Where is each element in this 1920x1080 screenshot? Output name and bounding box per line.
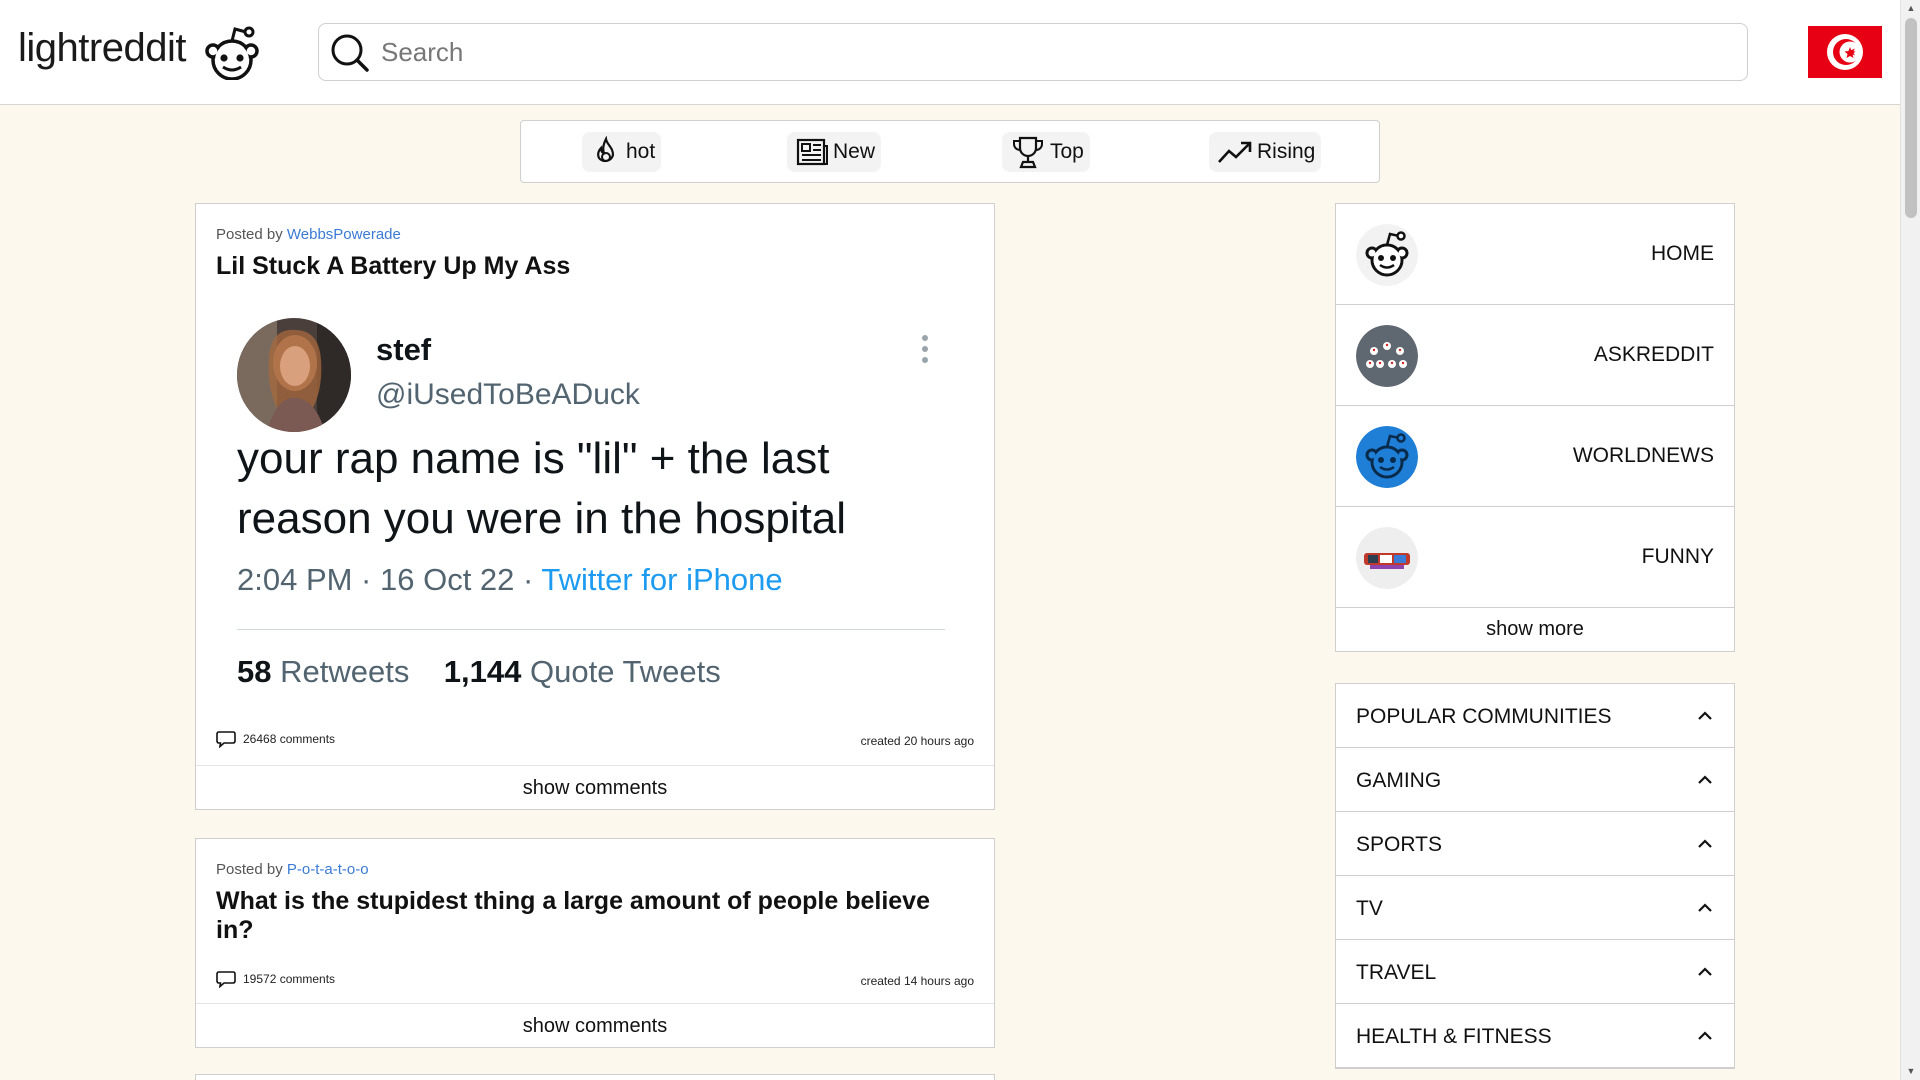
nav-label: HOME — [1651, 242, 1714, 265]
community-section-tv[interactable]: TV — [1336, 876, 1734, 940]
scroll-up-arrow-icon[interactable]: ▲ — [1906, 3, 1916, 13]
community-section-label: TV — [1356, 897, 1383, 920]
chevron-up-icon — [1698, 711, 1712, 720]
community-section-travel[interactable]: TRAVEL — [1336, 940, 1734, 1004]
chevron-up-icon — [1698, 775, 1712, 784]
posted-by-label: Posted by — [216, 861, 283, 878]
flame-icon — [597, 136, 615, 163]
posted-by-label: Posted by — [216, 226, 283, 243]
search-input[interactable] — [381, 32, 1721, 72]
comment-bubble-icon — [216, 971, 236, 988]
community-section-label: GAMING — [1356, 769, 1442, 792]
nav-item-askreddit[interactable]: ASKREDDIT — [1336, 305, 1734, 406]
comment-bubble-icon — [216, 731, 236, 748]
chevron-up-icon — [1698, 1031, 1712, 1040]
tweet-author-name: stef — [376, 332, 432, 367]
community-section-label: TRAVEL — [1356, 961, 1437, 984]
nav-item-funny[interactable]: FUNNY — [1336, 507, 1734, 608]
tweet-avatar — [237, 318, 351, 432]
post-card — [195, 1074, 995, 1080]
tweet-timestamp: 2:04 PM · 16 Oct 22 · Twitter for iPhone — [237, 562, 783, 598]
subreddit-nav: HOME ASKREDDIT WORLDNEWS FUNNY show more — [1335, 203, 1735, 652]
show-more-button[interactable]: show more — [1336, 608, 1734, 651]
nav-label: WORLDNEWS — [1572, 444, 1714, 467]
newspaper-icon — [796, 138, 828, 166]
quote-label: Quote Tweets — [530, 654, 721, 689]
reddit-alien-logo-icon[interactable] — [203, 24, 261, 80]
sort-new-label: New — [833, 140, 876, 163]
language-flag-button[interactable] — [1808, 26, 1882, 78]
tweet-time-text: 2:04 PM · 16 Oct 22 · — [237, 562, 542, 597]
community-section-popular[interactable]: POPULAR COMMUNITIES — [1336, 684, 1734, 748]
sort-rising-label: Rising — [1257, 140, 1316, 163]
nav-label: ASKREDDIT — [1593, 343, 1714, 366]
tweet-text: your rap name is "lil" + the last reason… — [237, 434, 847, 543]
communities-list: POPULAR COMMUNITIES GAMING SPORTS TV TRA… — [1335, 683, 1735, 1069]
sort-new-button[interactable]: New — [787, 132, 882, 172]
comment-count[interactable]: 19572 comments — [216, 970, 335, 988]
search-bar[interactable] — [318, 23, 1748, 81]
community-section-label: SPORTS — [1356, 833, 1442, 856]
community-section-health-fitness[interactable]: HEALTH & FITNESS — [1336, 1004, 1734, 1068]
comment-count-text: 26468 comments — [243, 732, 336, 746]
post-author-line: Posted by P-o-t-a-t-o-o — [216, 861, 369, 878]
sort-hot-button[interactable]: hot — [582, 132, 662, 172]
nav-label: FUNNY — [1641, 545, 1714, 568]
retweet-label: Retweets — [280, 654, 410, 689]
community-section-label: POPULAR COMMUNITIES — [1356, 705, 1612, 728]
post-created-time: created 20 hours ago — [860, 734, 974, 748]
tweet-source: Twitter for iPhone — [541, 562, 783, 597]
trending-up-icon — [1218, 141, 1252, 163]
home-reddit-icon — [1356, 224, 1418, 286]
post-footer: 26468 comments created 20 hours ago — [216, 730, 974, 752]
top-bar: lightreddit — [0, 0, 1900, 105]
nav-item-home[interactable]: HOME — [1336, 204, 1734, 305]
nav-item-worldnews[interactable]: WORLDNEWS — [1336, 406, 1734, 507]
tweet-author-handle: @iUsedToBeADuck — [376, 378, 640, 411]
post-image-tweet[interactable]: stef @iUsedToBeADuck your rap name is "l… — [216, 304, 976, 724]
tweet-stats: 58 Retweets 1,144 Quote Tweets — [237, 654, 721, 690]
chevron-up-icon — [1698, 839, 1712, 848]
post-created-time: created 14 hours ago — [860, 974, 974, 988]
community-section-sports[interactable]: SPORTS — [1336, 812, 1734, 876]
comment-count[interactable]: 26468 comments — [216, 730, 335, 748]
post-author-line: Posted by WebbsPowerade — [216, 226, 401, 243]
chevron-up-icon — [1698, 967, 1712, 976]
community-section-label: HEALTH & FITNESS — [1356, 1025, 1552, 1048]
site-logo-text[interactable]: lightreddit — [18, 26, 186, 71]
more-options-icon — [922, 335, 928, 363]
scrollbar-thumb[interactable] — [1905, 18, 1917, 218]
funny-icon — [1356, 527, 1418, 589]
worldnews-icon — [1356, 426, 1418, 488]
community-section-gaming[interactable]: GAMING — [1336, 748, 1734, 812]
askreddit-icon — [1356, 325, 1418, 387]
comment-count-text: 19572 comments — [243, 972, 336, 986]
post-title[interactable]: Lil Stuck A Battery Up My Ass — [216, 252, 956, 281]
retweet-count: 58 — [237, 654, 272, 689]
post-card: Posted by P-o-t-a-t-o-o What is the stup… — [195, 838, 995, 1048]
tunisia-flag-icon — [1808, 26, 1882, 78]
post-footer: 19572 comments created 14 hours ago — [216, 970, 974, 992]
post-author-link[interactable]: P-o-t-a-t-o-o — [287, 861, 369, 878]
sort-top-button[interactable]: Top — [1002, 132, 1090, 172]
tweet-divider — [237, 629, 945, 630]
trophy-icon — [1013, 136, 1043, 169]
show-comments-button[interactable]: show comments — [196, 765, 994, 809]
post-title[interactable]: What is the stupidest thing a large amou… — [216, 887, 956, 945]
chevron-up-icon — [1698, 903, 1712, 912]
sort-top-label: Top — [1050, 140, 1084, 163]
post-author-link[interactable]: WebbsPowerade — [287, 226, 401, 243]
quote-count: 1,144 — [443, 654, 522, 689]
post-card: Posted by WebbsPowerade Lil Stuck A Batt… — [195, 203, 995, 810]
show-comments-button[interactable]: show comments — [196, 1003, 994, 1047]
search-icon — [331, 34, 369, 72]
scroll-down-arrow-icon[interactable]: ▼ — [1906, 1066, 1916, 1076]
sort-rising-button[interactable]: Rising — [1209, 132, 1322, 172]
sort-hot-label: hot — [626, 140, 656, 163]
page-scrollbar[interactable]: ▲ ▼ — [1900, 0, 1920, 1080]
sort-bar: hot New Top Rising — [520, 120, 1380, 183]
